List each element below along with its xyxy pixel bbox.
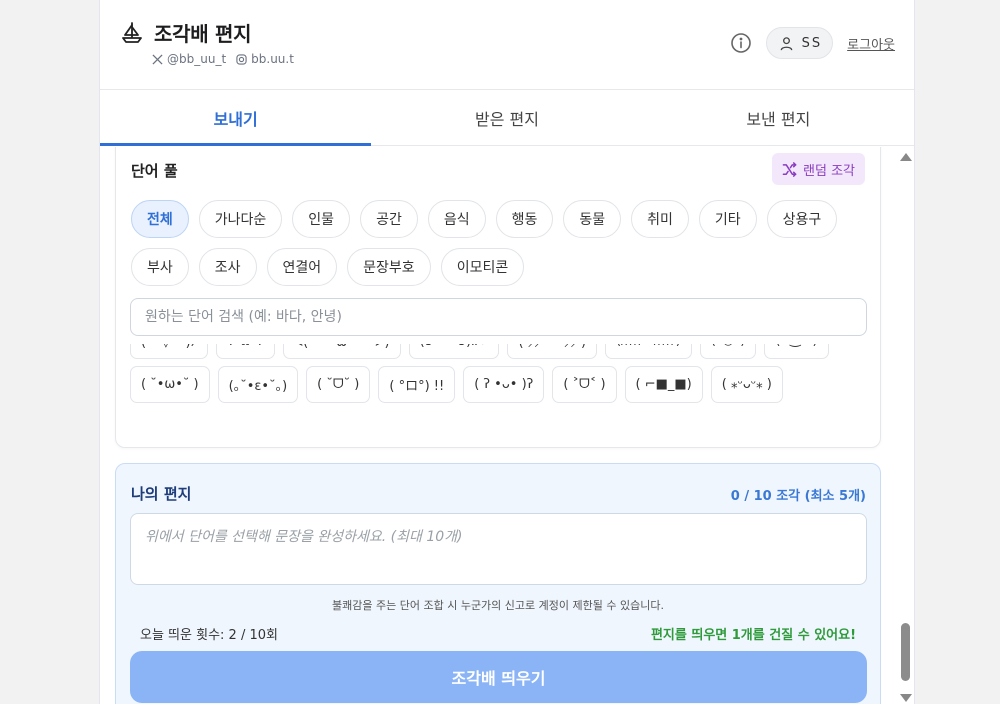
emoticon-chip[interactable]: ( ˘ᗜ˘ ) <box>306 366 371 403</box>
word-pool-title: 단어 풀 <box>131 162 178 180</box>
random-piece-button[interactable]: 랜덤 조각 <box>772 153 865 185</box>
tab-bar: 보내기 받은 편지 보낸 편지 <box>100 90 914 146</box>
emoticon-chip[interactable]: (｡˘•ε•˘｡) <box>217 366 299 403</box>
scrollbar-thumb[interactable] <box>901 623 910 681</box>
emoticon-chip[interactable]: (˘◡˘) <box>699 344 757 359</box>
user-initials: SS <box>801 35 823 51</box>
social-x-handle: @bb_uu_t <box>167 52 227 66</box>
category-chip[interactable]: 기타 <box>698 200 757 238</box>
word-search-input[interactable] <box>130 298 867 336</box>
scroll-up-arrow-icon[interactable] <box>900 153 912 161</box>
user-menu-button[interactable]: SS <box>765 27 834 59</box>
category-chip[interactable]: 행동 <box>495 200 554 238</box>
category-chip[interactable]: 연결어 <box>266 248 338 286</box>
emoticon-chip[interactable]: ( ˃ᗜ˂ ) <box>552 366 617 403</box>
word-pool-card: 단어 풀 랜덤 조각 전체 가나다순 인물 공간 음식 행동 동물 취미 기타 상용구부사 조사 연결… <box>115 147 881 448</box>
my-letter-title: 나의 편지 <box>131 485 192 503</box>
social-x[interactable]: @bb_uu_t <box>152 52 226 66</box>
tab-send[interactable]: 보내기 <box>100 90 372 146</box>
category-chip[interactable]: 조사 <box>198 248 257 286</box>
emoticon-chip[interactable]: ( ʔ •ᴗ• )ʔ <box>463 366 545 403</box>
emoticon-chip[interactable]: ( ⌐■_■) <box>624 366 703 403</box>
social-links: @bb_uu_t bb.uu.t <box>152 52 294 66</box>
emoticon-grid: ( ´ ▽ ` )ﾉ ʕ•ᴥ•ʔ ᕙ(^ ・ω・ ^ᕗ) (๑°ㅁ°๑)‼✧ ( ⸝⸝´… <box>130 344 870 403</box>
sailboat-icon <box>120 21 144 45</box>
info-icon[interactable] <box>730 32 752 54</box>
letter-composition-area[interactable]: 위에서 단어를 선택해 문장을 완성하세요. (최대 10개) <box>130 513 867 585</box>
emoticon-list: ( ´ ▽ ` )ﾉ ʕ•ᴥ•ʔ ᕙ(^ ・ω・ ^ᕗ) (๑°ㅁ°๑)‼✧ ( ⸝⸝´… <box>130 344 870 439</box>
scroll-down-arrow-icon[interactable] <box>900 694 912 702</box>
emoticon-chip[interactable]: (/////ω/////) <box>605 344 692 359</box>
emoticon-chip[interactable]: ( °ロ°) !! <box>378 366 456 403</box>
app-window: 조각배 편지 @bb_uu_t bb.uu.t SS 로그아웃 보내기 받은 편… <box>99 0 915 704</box>
social-instagram[interactable]: bb.uu.t <box>236 52 294 66</box>
catch-hint: 편지를 띄우면 1개를 건질 수 있어요! <box>650 628 856 643</box>
app-title: 조각배 편지 <box>154 22 252 46</box>
emoticon-chip[interactable]: ( ͡° ͜ʖ ͡°) <box>764 344 829 359</box>
shuffle-icon <box>782 161 797 177</box>
logout-link[interactable]: 로그아웃 <box>847 34 895 53</box>
x-logo-icon <box>152 53 163 65</box>
category-chip[interactable]: 문장부호 <box>347 248 431 286</box>
category-chip[interactable]: 취미 <box>631 200 689 238</box>
emoticon-chip[interactable]: ʕ•ᴥ•ʔ <box>216 344 275 359</box>
emoticon-chip[interactable]: ( ⸝⸝´꒳`⸝⸝ ) <box>507 344 598 359</box>
header-actions: SS 로그아웃 <box>730 27 895 59</box>
emoticon-chip[interactable]: ( ⁎ᵕᴗᵕ⁎ ) <box>710 366 783 403</box>
emoticon-chip[interactable]: ( ´ ▽ ` )ﾉ <box>130 344 209 359</box>
today-count: 오늘 띄운 횟수: 2 / 10회 <box>140 628 278 643</box>
tab-sent[interactable]: 보낸 편지 <box>643 90 914 145</box>
emoticon-chip[interactable]: ( ˘•ω•˘ ) <box>130 366 210 403</box>
warning-text: 불쾌감을 주는 단어 조합 시 누군가의 신고로 계정이 제한될 수 있습니다. <box>332 599 664 612</box>
social-instagram-handle: bb.uu.t <box>251 52 294 66</box>
random-piece-label: 랜덤 조각 <box>803 163 855 179</box>
category-chip[interactable]: 동물 <box>563 200 622 238</box>
category-chip[interactable]: 이모티콘 <box>440 248 525 286</box>
tab-received[interactable]: 받은 편지 <box>371 90 642 145</box>
category-chip[interactable]: 음식 <box>427 200 486 238</box>
letter-placeholder: 위에서 단어를 선택해 문장을 완성하세요. (최대 10개) <box>145 529 463 545</box>
send-boat-button[interactable]: 조각배 띄우기 <box>130 651 867 703</box>
category-chip[interactable]: 전체 <box>131 200 189 238</box>
category-chips: 전체 가나다순 인물 공간 음식 행동 동물 취미 기타 상용구부사 조사 연결어 문장부호 이모티콘 <box>131 200 871 286</box>
piece-counter: 0 / 10 조각 (최소 5개) <box>730 489 866 504</box>
my-letter-card: 나의 편지 0 / 10 조각 (최소 5개) 위에서 단어를 선택해 문장을 … <box>115 463 881 704</box>
category-chip[interactable]: 가나다순 <box>198 200 283 238</box>
category-chip[interactable]: 상용구 <box>766 200 838 238</box>
category-chip[interactable]: 공간 <box>360 200 418 238</box>
emoticon-chip[interactable]: ᕙ(^ ・ω・ ^ᕗ) <box>282 344 401 359</box>
scroll-content: 단어 풀 랜덤 조각 전체 가나다순 인물 공간 음식 행동 동물 취미 기타 상용구부사 조사 연결… <box>100 147 898 704</box>
header: 조각배 편지 @bb_uu_t bb.uu.t SS 로그아웃 <box>100 0 914 90</box>
emoticon-chip[interactable]: (๑°ㅁ°๑)‼✧ <box>408 344 500 359</box>
instagram-icon <box>236 53 247 65</box>
logo-row: 조각배 편지 <box>120 18 251 47</box>
scrollbar[interactable] <box>898 147 914 704</box>
user-icon <box>779 36 794 51</box>
category-chip[interactable]: 인물 <box>292 200 351 238</box>
category-chip[interactable]: 부사 <box>131 248 189 286</box>
